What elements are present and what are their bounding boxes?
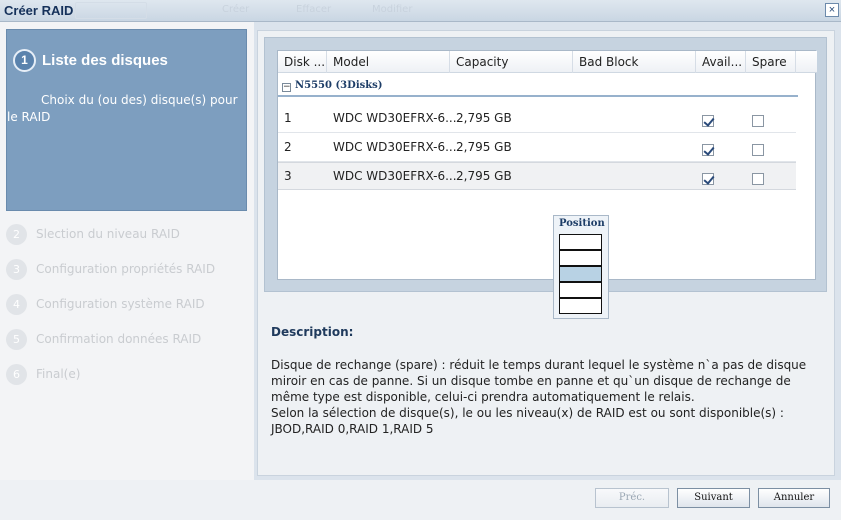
wizard-step-active: 1 Liste des disques Choix du (ou des) di… bbox=[6, 29, 247, 211]
step-label: Slection du niveau RAID bbox=[36, 227, 180, 241]
column-header-bad-block[interactable]: Bad Block bbox=[573, 51, 696, 73]
grid-group-row: − N5550 (3Disks) bbox=[278, 79, 798, 97]
cell-capacity: 2,795 GB bbox=[456, 169, 512, 183]
column-header-model[interactable]: Model bbox=[327, 51, 450, 73]
step-label: Confirmation données RAID bbox=[36, 332, 202, 346]
disk-grid-frame: Disk ... Model Capacity Bad Block Avail.… bbox=[264, 37, 827, 292]
previous-button[interactable]: Préc. bbox=[595, 488, 669, 508]
table-row[interactable]: 3 WDC WD30EFRX-6... 2,795 GB bbox=[278, 162, 796, 190]
main-content: Disk ... Model Capacity Bad Block Avail.… bbox=[254, 22, 841, 480]
cell-model: WDC WD30EFRX-6... bbox=[333, 111, 457, 125]
dialog-footer: Préc. Suivant Annuler bbox=[0, 480, 841, 520]
description-line: JBOD,RAID 0,RAID 1,RAID 5 bbox=[271, 422, 434, 436]
spare-checkbox[interactable] bbox=[752, 173, 764, 185]
main-inner-panel: Disk ... Model Capacity Bad Block Avail.… bbox=[257, 30, 835, 476]
available-checkbox[interactable] bbox=[702, 115, 714, 127]
cell-model: WDC WD30EFRX-6... bbox=[333, 169, 457, 183]
disk-slot bbox=[559, 250, 602, 266]
wizard-steps-panel: 1 Liste des disques Choix du (ou des) di… bbox=[0, 22, 254, 480]
cell-model: WDC WD30EFRX-6... bbox=[333, 140, 457, 154]
ghost-toolbar-modify: Modifier bbox=[372, 4, 413, 15]
cell-disk: 1 bbox=[284, 111, 292, 125]
grid-header: Disk ... Model Capacity Bad Block Avail.… bbox=[278, 51, 817, 73]
window-titlebar: Créer RAID Créer Effacer Modifier × bbox=[0, 0, 841, 22]
spare-checkbox[interactable] bbox=[752, 144, 764, 156]
close-icon[interactable]: × bbox=[825, 3, 839, 17]
position-title: Position bbox=[559, 218, 605, 229]
wizard-step-5: 5 Confirmation données RAID bbox=[6, 329, 246, 351]
disk-slot bbox=[559, 298, 602, 314]
disk-grid: Disk ... Model Capacity Bad Block Avail.… bbox=[277, 50, 817, 280]
description-text: Disque de rechange (spare) : réduit le t… bbox=[271, 357, 826, 437]
column-header-capacity[interactable]: Capacity bbox=[450, 51, 573, 73]
cell-capacity: 2,795 GB bbox=[456, 111, 512, 125]
wizard-step-4: 4 Configuration système RAID bbox=[6, 294, 246, 316]
window-title: Créer RAID bbox=[4, 3, 74, 18]
wizard-step-3: 3 Configuration propriétés RAID bbox=[6, 259, 246, 281]
available-checkbox[interactable] bbox=[702, 144, 714, 156]
step-title: Liste des disques bbox=[42, 52, 168, 69]
disk-slot bbox=[559, 234, 602, 250]
step-number-badge: 6 bbox=[6, 364, 27, 385]
position-tooltip: Position bbox=[553, 215, 609, 319]
step-label: Configuration propriétés RAID bbox=[36, 262, 216, 276]
description-line: Selon la sélection de disque(s), le ou l… bbox=[271, 406, 784, 420]
ghost-toolbar-create: Créer bbox=[222, 4, 250, 15]
description-line: Disque de rechange (spare) : réduit le t… bbox=[271, 358, 807, 404]
ghost-toolbar-delete: Effacer bbox=[296, 4, 332, 15]
step-number-badge: 1 bbox=[13, 49, 36, 72]
description-title: Description: bbox=[271, 325, 354, 339]
column-header-disk[interactable]: Disk ... bbox=[278, 51, 327, 73]
wizard-step-6: 6 Final(e) bbox=[6, 364, 246, 386]
step-number-badge: 3 bbox=[6, 259, 27, 280]
available-checkbox[interactable] bbox=[702, 173, 714, 185]
step-description: Choix du (ou des) disque(s) pour le RAID bbox=[7, 93, 238, 124]
cell-capacity: 2,795 GB bbox=[456, 140, 512, 154]
collapse-icon[interactable]: − bbox=[282, 83, 291, 92]
disk-slot-highlighted bbox=[559, 266, 602, 282]
step-number-badge: 5 bbox=[6, 329, 27, 350]
step-number-badge: 2 bbox=[6, 224, 27, 245]
table-row[interactable]: 2 WDC WD30EFRX-6... 2,795 GB bbox=[278, 134, 796, 162]
table-row[interactable]: 1 WDC WD30EFRX-6... 2,795 GB bbox=[278, 105, 796, 133]
cell-disk: 2 bbox=[284, 140, 292, 154]
toolbar-ghost-box bbox=[75, 2, 147, 19]
step-label: Configuration système RAID bbox=[36, 297, 205, 311]
wizard-step-2: 2 Slection du niveau RAID bbox=[6, 224, 246, 246]
column-header-spare[interactable]: Spare bbox=[746, 51, 796, 73]
next-button[interactable]: Suivant bbox=[677, 488, 750, 508]
cancel-button[interactable]: Annuler bbox=[758, 488, 830, 508]
spare-checkbox[interactable] bbox=[752, 115, 764, 127]
step-number-badge: 4 bbox=[6, 294, 27, 315]
disk-slot bbox=[559, 282, 602, 298]
step-label: Final(e) bbox=[36, 367, 81, 381]
group-label: N5550 (3Disks) bbox=[295, 80, 383, 91]
column-header-available[interactable]: Avail... bbox=[696, 51, 746, 73]
cell-disk: 3 bbox=[284, 169, 292, 183]
